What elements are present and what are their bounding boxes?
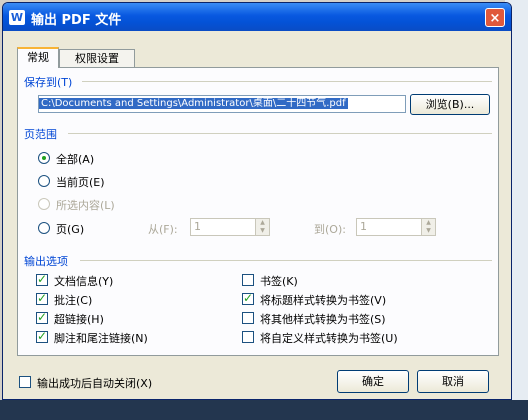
general-panel: 保存到(T) C:\Documents and Settings\Adminis…: [17, 67, 499, 356]
browse-button[interactable]: 浏览(B)...: [410, 94, 490, 115]
divider: [82, 81, 492, 82]
save-path-value: C:\Documents and Settings\Administrator\…: [39, 98, 348, 109]
background-taskbar: [0, 400, 528, 420]
hyperlinks-label: 超链接(H): [54, 313, 104, 326]
down-arrow-icon: ▼: [260, 227, 265, 234]
wps-app-icon: W: [9, 10, 25, 25]
from-spinner: 1 ▲ ▼: [190, 218, 270, 236]
up-arrow-icon: ▲: [426, 219, 431, 226]
checkbox-hyperlinks[interactable]: [36, 310, 48, 324]
ok-button[interactable]: 确定: [337, 370, 409, 393]
checkbox-auto-close[interactable]: [19, 376, 31, 388]
radio-current-page[interactable]: [38, 175, 50, 187]
checkbox-doc-info[interactable]: [36, 272, 48, 286]
radio-all[interactable]: [38, 152, 50, 164]
footnote-links-label: 脚注和尾注链接(N): [54, 332, 148, 345]
comments-label: 批注(C): [54, 294, 93, 307]
down-arrow-icon: ▼: [426, 227, 431, 234]
up-arrow-icon: ▲: [260, 219, 265, 226]
radio-selection-label: 所选内容(L): [56, 199, 115, 212]
divider: [68, 133, 492, 134]
bookmarks-label: 书签(K): [260, 275, 298, 288]
save-path-input[interactable]: C:\Documents and Settings\Administrator\…: [38, 95, 406, 113]
checkbox-footnote-links[interactable]: [36, 329, 48, 343]
checkbox-custom-style-bookmarks[interactable]: [242, 331, 254, 343]
export-pdf-dialog: W 输出 PDF 文件 × 常规 权限设置 保存到(T) C:\Document…: [2, 2, 512, 400]
to-spinner-buttons: ▲ ▼: [421, 219, 435, 235]
from-value: 1: [194, 220, 201, 233]
checkbox-bookmarks[interactable]: [242, 274, 254, 286]
other-style-bookmarks-label: 将其他样式转换为书签(S): [260, 313, 386, 326]
tab-permissions[interactable]: 权限设置: [59, 49, 135, 68]
from-spinner-buttons: ▲ ▼: [255, 219, 269, 235]
radio-current-page-label: 当前页(E): [56, 176, 105, 189]
divider: [80, 260, 492, 261]
save-to-label: 保存到(T): [24, 76, 73, 89]
page-range-label: 页范围: [24, 128, 57, 141]
to-spinner: 1 ▲ ▼: [356, 218, 436, 236]
tab-general[interactable]: 常规: [17, 47, 59, 68]
output-options-label: 输出选项: [24, 255, 68, 268]
close-button[interactable]: ×: [485, 8, 505, 27]
checkbox-other-style-bookmarks[interactable]: [242, 312, 254, 324]
radio-all-label: 全部(A): [56, 153, 95, 166]
radio-selection: [38, 198, 50, 210]
doc-info-label: 文档信息(Y): [54, 275, 114, 288]
dialog-title: 输出 PDF 文件: [31, 13, 122, 28]
title-bar[interactable]: W 输出 PDF 文件 ×: [3, 3, 511, 31]
radio-pages[interactable]: [38, 222, 50, 234]
from-label: 从(F):: [148, 223, 178, 236]
to-value: 1: [360, 220, 367, 233]
radio-pages-label: 页(G): [56, 223, 85, 236]
custom-style-bookmarks-label: 将自定义样式转换为书签(U): [260, 332, 398, 345]
auto-close-label: 输出成功后自动关闭(X): [37, 377, 153, 390]
heading-bookmarks-label: 将标题样式转换为书签(V): [260, 294, 387, 307]
cancel-button[interactable]: 取消: [417, 370, 489, 393]
checkbox-heading-bookmarks[interactable]: [242, 291, 254, 305]
checkbox-comments[interactable]: [36, 291, 48, 305]
to-label: 到(O):: [314, 223, 346, 236]
